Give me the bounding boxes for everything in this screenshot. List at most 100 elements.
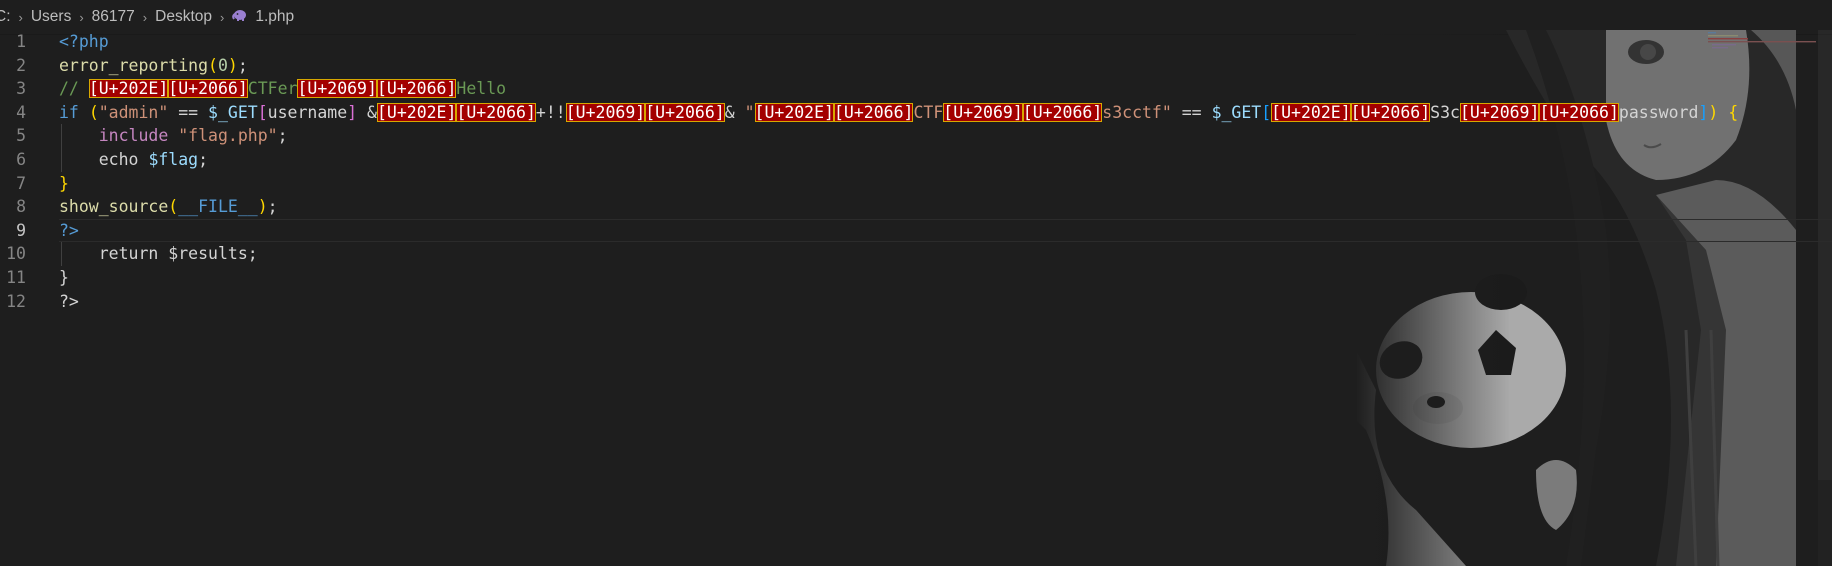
php-open-tag: <?php [59, 32, 109, 51]
unicode-control-char: [U+2069] [297, 79, 377, 99]
unicode-control-char: [U+2066] [1539, 102, 1619, 122]
code-line-5[interactable]: include "flag.php"; [59, 124, 1832, 148]
inline-html-text: ?> [59, 291, 79, 311]
paren: ( [208, 55, 218, 75]
code-line-2[interactable]: error_reporting(0); [59, 54, 1832, 78]
paren: ( [168, 197, 179, 217]
keyword-echo: echo [98, 149, 139, 169]
operator: +!! [535, 102, 566, 122]
bracket: ] [1698, 102, 1709, 122]
unicode-control-char: [U+2069] [565, 102, 646, 122]
bracket: [ [1261, 102, 1272, 122]
line-number: 10 [6, 244, 26, 264]
unicode-control-char: [U+2066] [834, 102, 914, 122]
breadcrumb-file[interactable]: 1.php [255, 8, 294, 26]
string-literal: CTF [913, 102, 944, 122]
code-line-6[interactable]: echo $flag; [59, 147, 1832, 172]
unicode-control-char: [U+2066] [376, 79, 457, 99]
breadcrumb-drive[interactable]: C: [0, 8, 11, 26]
paren: ( [88, 102, 99, 122]
string-literal: "flag.php" [178, 126, 278, 146]
semicolon: ; [277, 126, 288, 146]
unicode-control-char: [U+2066] [1350, 102, 1431, 122]
line-number: 1 [16, 32, 26, 51]
comment: Hello [456, 79, 507, 99]
chevron-right-icon: › [142, 9, 148, 25]
paren: ) [227, 55, 238, 75]
code-line-4[interactable]: if ("admin" == $_GET[username] &[U+202E]… [59, 101, 1832, 125]
code-line-12[interactable]: ?> [59, 290, 1832, 314]
semicolon: ; [267, 197, 278, 217]
line-number: 7 [16, 173, 26, 193]
breadcrumb-user-folder[interactable]: 86177 [92, 8, 135, 26]
array-key: username [267, 102, 348, 122]
chevron-right-icon: › [79, 9, 84, 25]
indent-guide [61, 124, 62, 148]
keyword-if: if [59, 102, 79, 122]
unicode-control-char: [U+2066] [645, 102, 725, 122]
code-line-3[interactable]: // [U+202E][U+2066]CTFer[U+2069][U+2066]… [59, 77, 1832, 101]
code-line-9-current[interactable]: ?> [59, 218, 1832, 243]
comment: // [59, 79, 89, 99]
function-name: error_reporting [59, 55, 209, 75]
unicode-control-char: [U+202E] [754, 102, 834, 122]
operator: == [1171, 102, 1212, 122]
superglobal: $_GET [208, 102, 258, 122]
magic-constant: __FILE__ [178, 197, 258, 217]
indent-guide [61, 147, 62, 172]
brace: { [1718, 102, 1739, 122]
php-close-tag: ?> [59, 220, 79, 240]
breadcrumb-desktop[interactable]: Desktop [155, 8, 212, 26]
number-literal: 0 [217, 55, 228, 75]
code-line-8[interactable]: show_source(__FILE__); [59, 195, 1832, 219]
line-number-gutter: 1 2 3 4 5 6 7 8 9 10 11 12 [0, 30, 52, 313]
php-elephant-icon [232, 8, 247, 26]
inline-html-text: } [59, 267, 69, 287]
line-number: 12 [6, 291, 26, 311]
line-number: 11 [6, 267, 26, 287]
unicode-control-char: [U+202E] [376, 102, 457, 122]
code-line-7[interactable]: } [59, 172, 1832, 196]
line-number: 5 [16, 126, 26, 146]
array-key: S3c [1430, 102, 1460, 122]
line-number: 2 [16, 55, 26, 75]
comment: CTFer [247, 79, 298, 99]
code-line-1[interactable]: <?php [59, 30, 1832, 54]
line-number: 4 [16, 102, 26, 122]
brace: } [59, 173, 69, 193]
code-line-11[interactable]: } [59, 266, 1832, 290]
chevron-right-icon: › [18, 9, 23, 25]
unicode-control-char: [U+2069] [943, 102, 1023, 122]
unicode-control-char: [U+2066] [1022, 102, 1103, 122]
semicolon: ; [198, 149, 209, 169]
unicode-control-char: [U+202E] [88, 79, 169, 99]
function-name: show_source [59, 197, 169, 217]
unicode-control-char: [U+2066] [456, 102, 536, 122]
code-area[interactable]: <?php error_reporting(0); // [U+202E][U+… [59, 30, 1832, 313]
line-number: 8 [16, 197, 26, 217]
string-literal: s3cctf" [1102, 102, 1172, 122]
line-number: 3 [16, 79, 26, 99]
string-literal: "admin" [98, 102, 169, 122]
operator: & [724, 102, 745, 122]
line-number: 6 [16, 149, 26, 169]
paren: ) [257, 197, 268, 217]
keyword-include: include [98, 126, 169, 146]
variable: $flag [148, 149, 199, 169]
bracket: ] [347, 102, 358, 122]
operator: == [168, 102, 209, 122]
code-editor[interactable]: 1 2 3 4 5 6 7 8 9 10 11 12 <?php error_r… [0, 30, 1832, 566]
line-number-current: 9 [16, 220, 26, 240]
string-literal: " [744, 102, 755, 122]
unicode-control-char: [U+202E] [1271, 102, 1351, 122]
superglobal: $_GET [1211, 102, 1262, 122]
breadcrumb-users[interactable]: Users [31, 8, 71, 26]
semicolon: ; [237, 55, 248, 75]
array-key: password [1618, 102, 1699, 122]
paren: ) [1708, 102, 1719, 122]
code-line-10[interactable]: return $results; [59, 242, 1832, 266]
unicode-control-char: [U+2066] [168, 79, 248, 99]
unicode-control-char: [U+2069] [1459, 102, 1540, 122]
indent-guide [61, 242, 62, 266]
bracket: [ [257, 102, 268, 122]
